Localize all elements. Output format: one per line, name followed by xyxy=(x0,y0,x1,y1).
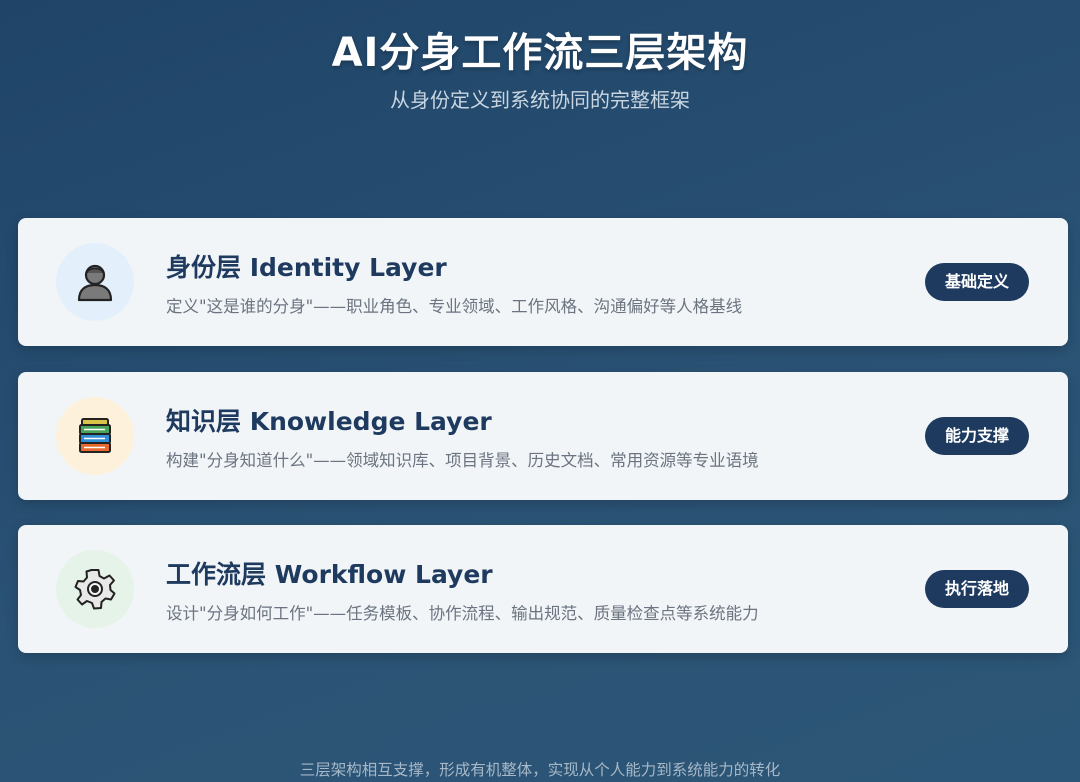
layer-badge: 基础定义 xyxy=(924,263,1029,301)
page-title: AI分身工作流三层架构 xyxy=(331,30,749,76)
layer-description: 设计"分身如何工作"——任务模板、协作流程、输出规范、质量检查点等系统能力 xyxy=(166,604,759,623)
icon-circle xyxy=(56,550,134,628)
books-icon xyxy=(79,418,111,453)
layer-card-identity: 身份层 Identity Layer 定义"这是谁的分身"——职业角色、专业领域… xyxy=(18,218,1068,346)
layer-card-knowledge: 知识层 Knowledge Layer 构建"分身知道什么"——领域知识库、项目… xyxy=(18,372,1068,500)
gear-icon xyxy=(74,569,116,610)
layer-card-workflow: 工作流层 Workflow Layer 设计"分身如何工作"——任务模板、协作流… xyxy=(18,525,1068,653)
icon-circle xyxy=(56,243,134,321)
layer-description: 定义"这是谁的分身"——职业角色、专业领域、工作风格、沟通偏好等人格基线 xyxy=(166,297,743,316)
person-icon xyxy=(77,264,113,302)
layer-badge: 执行落地 xyxy=(924,570,1029,608)
layer-title: 知识层 Knowledge Layer xyxy=(166,407,492,436)
layer-badge: 能力支撑 xyxy=(924,417,1029,455)
page-subtitle: 从身份定义到系统协同的完整框架 xyxy=(390,88,690,112)
layer-title: 身份层 Identity Layer xyxy=(166,253,447,282)
footer-text: 三层架构相互支撑，形成有机整体，实现从个人能力到系统能力的转化 xyxy=(299,761,781,779)
layer-title: 工作流层 Workflow Layer xyxy=(166,560,493,589)
layer-description: 构建"分身知道什么"——领域知识库、项目背景、历史文档、常用资源等专业语境 xyxy=(166,451,759,470)
icon-circle xyxy=(56,397,134,475)
